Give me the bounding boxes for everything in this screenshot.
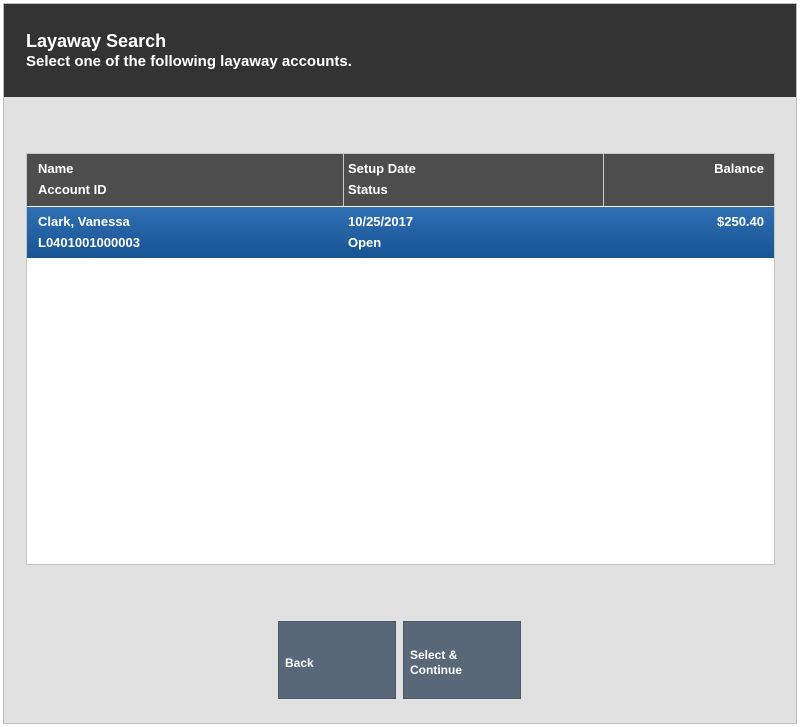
column-header-name: Name Account ID	[38, 158, 107, 200]
layaway-search-screen: Layaway Search Select one of the followi…	[3, 3, 797, 724]
column-divider	[603, 154, 604, 206]
column-header-name-label: Name	[38, 161, 74, 176]
column-divider	[343, 154, 344, 206]
header-bar: Layaway Search Select one of the followi…	[4, 4, 796, 97]
page-title: Layaway Search	[26, 31, 167, 51]
column-header-status-label: Status	[348, 182, 388, 197]
setup-date: 10/25/2017	[348, 214, 414, 229]
column-header-balance: Balance	[714, 158, 764, 179]
customer-name: Clark, Vanessa	[38, 214, 130, 229]
account-id: L0401001000003	[38, 235, 140, 250]
column-header-account-id-label: Account ID	[38, 182, 107, 197]
back-button[interactable]: Back	[278, 621, 396, 699]
account-status: Open	[348, 235, 382, 250]
column-header-setup-date-label: Setup Date	[348, 161, 416, 176]
row-balance-cell: $250.40	[717, 211, 764, 232]
account-balance: $250.40	[717, 214, 764, 229]
column-header-setup-date: Setup Date Status	[348, 158, 416, 200]
row-name-cell: Clark, Vanessa L0401001000003	[38, 211, 140, 253]
page-subtitle: Select one of the following layaway acco…	[26, 53, 352, 70]
select-continue-button[interactable]: Select & Continue	[403, 621, 521, 699]
table-header: Name Account ID Setup Date Status Balanc…	[27, 154, 774, 206]
layaway-accounts-table: Name Account ID Setup Date Status Balanc…	[26, 153, 775, 565]
column-header-balance-label: Balance	[714, 161, 764, 176]
row-date-cell: 10/25/2017 Open	[348, 211, 413, 253]
table-row[interactable]: Clark, Vanessa L0401001000003 10/25/2017…	[27, 207, 774, 258]
